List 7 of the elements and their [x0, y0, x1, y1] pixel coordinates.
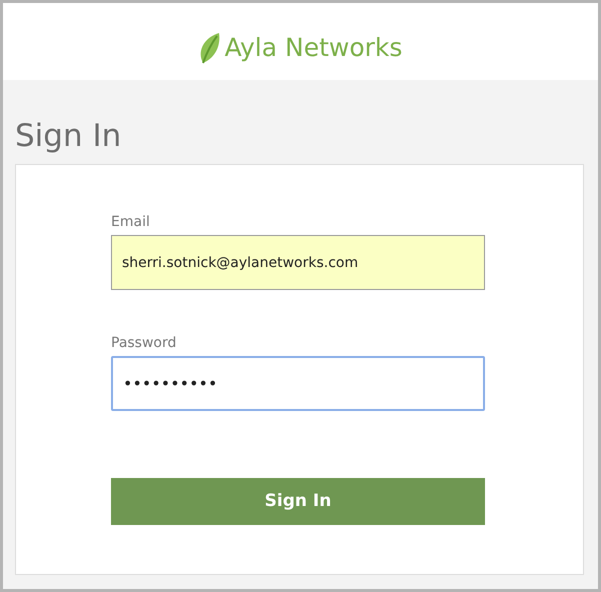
field-label: Password [111, 334, 176, 353]
leaf-icon [198, 32, 221, 64]
page-title: Sign In [15, 117, 122, 156]
password-field[interactable]: •••••••••• [111, 356, 485, 411]
field-label: Email [111, 213, 150, 232]
email-field[interactable]: sherri.sotnick@aylanetworks.com [111, 235, 485, 290]
brand-name: Ayla Networks [224, 32, 402, 62]
